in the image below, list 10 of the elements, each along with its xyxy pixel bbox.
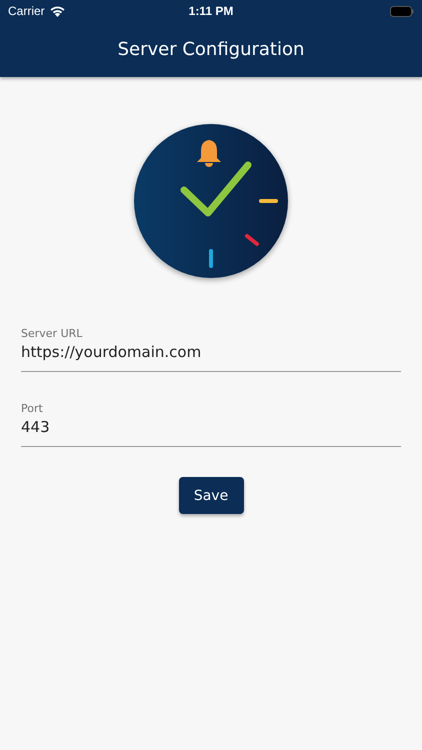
save-button[interactable]: Save (178, 477, 244, 514)
input-field[interactable]: 443 (21, 415, 401, 447)
wifi-icon (50, 6, 65, 16)
status-time: 1:11 PM (188, 4, 234, 18)
field-label: Server URL (21, 327, 84, 340)
carrier-label: Carrier (8, 4, 45, 18)
input-field[interactable]: https://yourdomain.com (21, 340, 401, 372)
battery-icon (390, 6, 414, 16)
field-label: Port (21, 402, 44, 415)
screen-title: Server Configuration (118, 39, 304, 60)
